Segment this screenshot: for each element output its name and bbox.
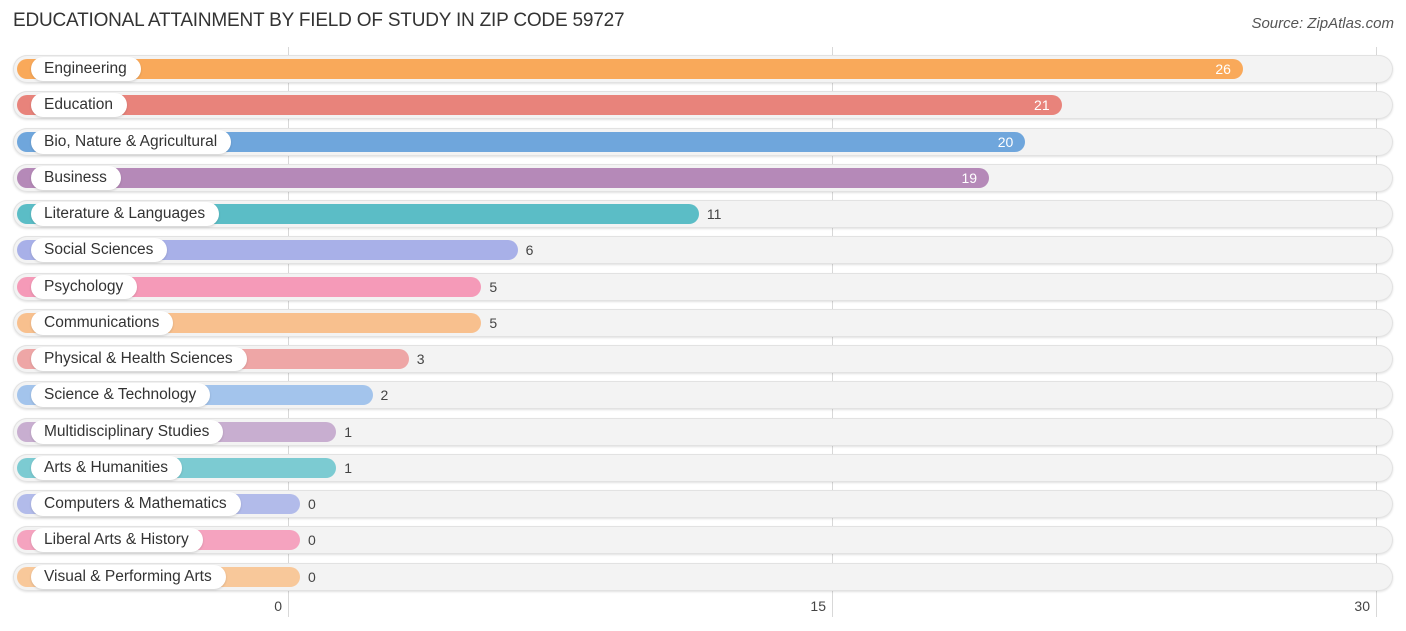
bar-row: Engineering 26 — [13, 55, 1393, 83]
x-tick-label: 0 — [274, 598, 282, 614]
category-label: Arts & Humanities — [31, 456, 183, 480]
category-label: Science & Technology — [31, 383, 211, 407]
category-label: Engineering — [31, 57, 141, 81]
value-label: 20 — [997, 134, 1014, 150]
category-label: Communications — [31, 311, 174, 335]
value-label: 0 — [308, 569, 316, 585]
value-label: 11 — [706, 206, 722, 222]
value-label: 5 — [489, 315, 498, 331]
category-label: Liberal Arts & History — [31, 528, 203, 552]
bar-row: Physical & Health Sciences 3 — [13, 345, 1393, 373]
value-label: 3 — [416, 351, 425, 367]
value-label: 1 — [344, 424, 353, 440]
bar-row: Education 21 — [13, 91, 1393, 119]
bar-row: Science & Technology 2 — [13, 381, 1393, 409]
value-label: 0 — [308, 532, 316, 548]
bar-row: Communications 5 — [13, 309, 1393, 337]
value-label: 2 — [380, 387, 389, 403]
bar-row: Visual & Performing Arts 0 — [13, 563, 1393, 591]
bar-row: Social Sciences 6 — [13, 236, 1393, 264]
value-label: 19 — [961, 170, 978, 186]
bar-row: Multidisciplinary Studies 1 — [13, 418, 1393, 446]
value-label: 5 — [489, 279, 498, 295]
value-label: 26 — [1215, 61, 1231, 77]
bar[interactable] — [17, 59, 1243, 79]
bar-row: Bio, Nature & Agricultural 20 — [13, 128, 1393, 156]
bar-row: Business 19 — [13, 164, 1393, 192]
chart-title: EDUCATIONAL ATTAINMENT BY FIELD OF STUDY… — [13, 10, 625, 31]
x-tick-label: 15 — [810, 598, 826, 614]
value-label: 6 — [525, 242, 534, 258]
bar-row: Arts & Humanities 1 — [13, 454, 1393, 482]
category-label: Social Sciences — [31, 238, 168, 262]
category-label: Computers & Mathematics — [31, 492, 241, 516]
value-label: 21 — [1034, 97, 1050, 113]
value-label: 0 — [308, 496, 316, 512]
category-label: Business — [31, 166, 121, 190]
category-label: Multidisciplinary Studies — [31, 420, 224, 444]
category-label: Visual & Performing Arts — [31, 565, 226, 589]
bar[interactable] — [17, 95, 1062, 115]
value-label: 1 — [344, 460, 353, 476]
bar-row: Liberal Arts & History 0 — [13, 526, 1393, 554]
category-label: Literature & Languages — [31, 202, 220, 226]
category-label: Education — [31, 93, 127, 117]
bar-row: Psychology 5 — [13, 273, 1393, 301]
category-label: Bio, Nature & Agricultural — [31, 130, 232, 154]
bar[interactable] — [17, 168, 990, 188]
bar-row: Computers & Mathematics 0 — [13, 490, 1393, 518]
x-tick-label: 30 — [1354, 598, 1370, 614]
category-label: Physical & Health Sciences — [31, 347, 247, 371]
category-label: Psychology — [31, 275, 138, 299]
bar-row: Literature & Languages 11 — [13, 200, 1393, 228]
source-label: Source: ZipAtlas.com — [1251, 15, 1394, 32]
